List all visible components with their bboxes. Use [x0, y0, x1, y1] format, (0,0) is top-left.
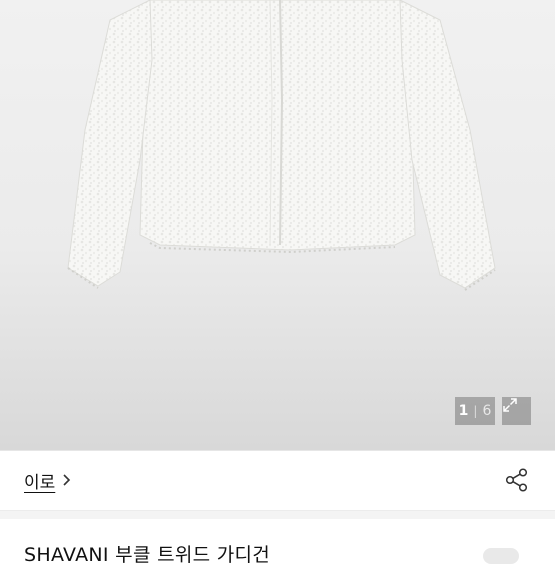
expand-icon [503, 398, 517, 412]
expand-button[interactable] [502, 397, 531, 425]
image-counter-separator: | [473, 404, 478, 418]
product-image[interactable]: 1 | 6 [0, 0, 555, 450]
floating-button-edge[interactable] [483, 548, 519, 564]
image-counter-total: 6 [482, 403, 492, 419]
brand-name: 이로 [24, 472, 56, 493]
section-divider [0, 510, 555, 519]
product-title: SHAVANI 부클 트위드 가디건 [24, 544, 271, 566]
share-button[interactable] [504, 467, 530, 493]
share-icon [505, 468, 528, 492]
brand-link[interactable]: 이로 [24, 466, 73, 494]
image-counter-current: 1 [458, 403, 469, 419]
image-counter: 1 | 6 [455, 397, 495, 425]
cardigan-illustration [67, 0, 496, 291]
image-bottom-border [0, 450, 555, 451]
chevron-right-icon [63, 474, 71, 486]
